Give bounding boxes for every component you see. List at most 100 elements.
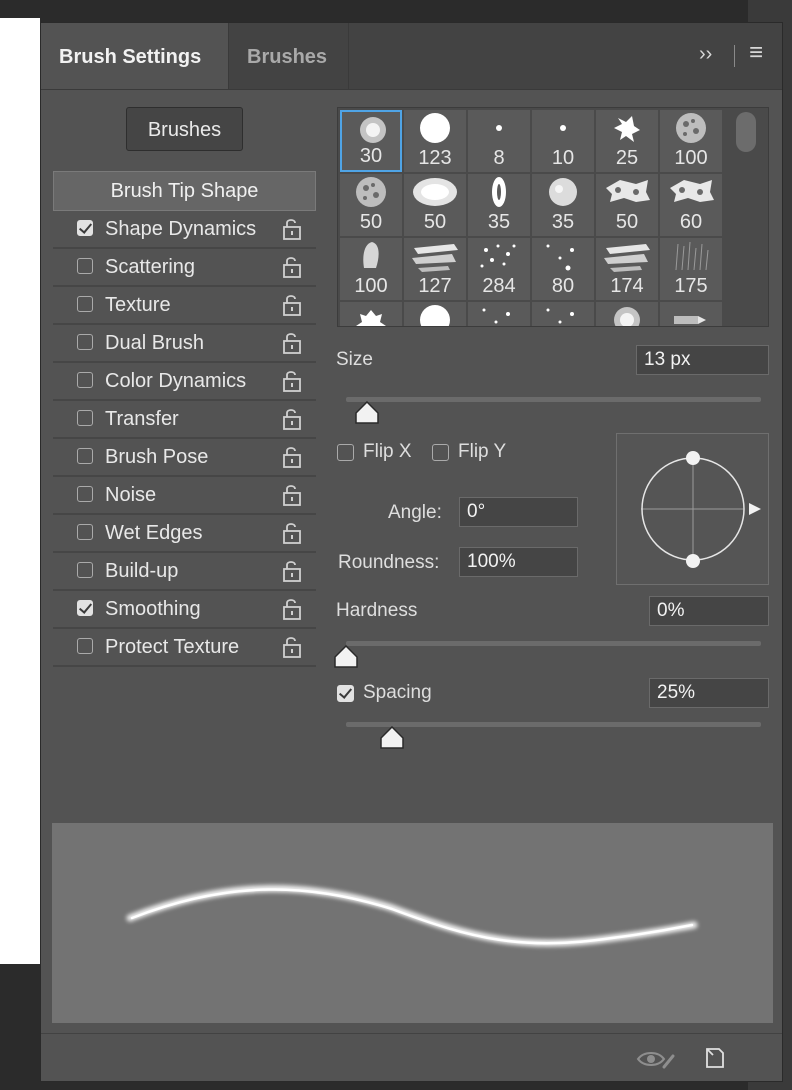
unlock-icon[interactable]	[282, 369, 302, 393]
brush-preset[interactable]: 127	[404, 238, 466, 300]
option-checkbox[interactable]	[77, 410, 93, 426]
panel-footer	[41, 1033, 782, 1082]
brush-preset[interactable]	[660, 302, 722, 326]
unlock-icon[interactable]	[282, 597, 302, 621]
option-row[interactable]: Noise	[53, 477, 316, 515]
angle-label: Angle:	[388, 502, 442, 523]
unlock-icon[interactable]	[282, 559, 302, 583]
unlock-icon[interactable]	[282, 293, 302, 317]
eye-brush-icon[interactable]	[636, 1048, 676, 1070]
option-row[interactable]: Scattering	[53, 249, 316, 287]
flip-y-label: Flip Y	[458, 441, 507, 462]
brush-tip-circle-icon[interactable]	[617, 434, 768, 584]
option-brush-tip-shape[interactable]: Brush Tip Shape	[53, 171, 316, 211]
flip-x-checkbox[interactable]	[337, 444, 354, 461]
unlock-icon[interactable]	[282, 635, 302, 659]
option-checkbox[interactable]	[77, 220, 93, 236]
option-row[interactable]: Protect Texture	[53, 629, 316, 667]
option-checkbox[interactable]	[77, 258, 93, 274]
unlock-icon[interactable]	[282, 521, 302, 545]
unlock-icon[interactable]	[282, 407, 302, 431]
spacing-checkbox[interactable]	[337, 685, 354, 702]
brush-stroke-preview	[52, 823, 773, 1023]
brush-preset[interactable]: 175	[660, 238, 722, 300]
brush-preset[interactable]	[532, 302, 594, 326]
option-row[interactable]: Dual Brush	[53, 325, 316, 363]
brush-preset[interactable]: 50	[404, 174, 466, 236]
option-row[interactable]: Transfer	[53, 401, 316, 439]
size-slider-track[interactable]	[346, 397, 761, 402]
unlock-icon[interactable]	[282, 483, 302, 507]
spacing-slider-track[interactable]	[346, 722, 761, 727]
option-row[interactable]: Smoothing	[53, 591, 316, 629]
brush-preset[interactable]: 35	[532, 174, 594, 236]
hardness-slider-track[interactable]	[346, 641, 761, 646]
unlock-icon[interactable]	[282, 331, 302, 355]
brush-preset[interactable]: 10	[532, 110, 594, 172]
unlock-icon[interactable]	[282, 217, 302, 241]
option-checkbox[interactable]	[77, 296, 93, 312]
brush-preset-size: 100	[674, 147, 708, 169]
brush-preset[interactable]: 123	[404, 110, 466, 172]
option-checkbox[interactable]	[77, 334, 93, 350]
option-checkbox[interactable]	[77, 486, 93, 502]
option-checkbox[interactable]	[77, 562, 93, 578]
document-canvas	[0, 18, 40, 964]
panel-menu-icon[interactable]: ≡	[749, 39, 763, 67]
brush-preset[interactable]: 50	[596, 174, 658, 236]
option-checkbox[interactable]	[77, 448, 93, 464]
spacing-slider-thumb[interactable]	[379, 726, 405, 750]
brushes-button[interactable]: Brushes	[126, 107, 243, 151]
unlock-icon[interactable]	[282, 255, 302, 279]
size-slider-thumb[interactable]	[354, 401, 380, 425]
option-label: Brush Pose	[105, 446, 209, 468]
option-row[interactable]: Shape Dynamics	[53, 211, 316, 249]
brush-preset[interactable]: 100	[340, 238, 402, 300]
brush-preset[interactable]: 100	[660, 110, 722, 172]
brush-preset-size: 127	[418, 275, 452, 297]
option-row[interactable]: Brush Pose	[53, 439, 316, 477]
option-row[interactable]: Color Dynamics	[53, 363, 316, 401]
brush-preset[interactable]	[596, 302, 658, 326]
panel-tab-bar: Brush Settings Brushes ›› ≡	[41, 23, 782, 90]
unlock-icon[interactable]	[282, 445, 302, 469]
brush-preset[interactable]: 8	[468, 110, 530, 172]
option-checkbox[interactable]	[77, 600, 93, 616]
brush-preset[interactable]: 60	[660, 174, 722, 236]
roundness-field[interactable]: 100%	[459, 547, 578, 577]
hardness-slider-thumb[interactable]	[333, 645, 359, 669]
brush-preset-size: 80	[551, 275, 575, 297]
hardness-field[interactable]: 0%	[649, 596, 769, 626]
brush-preset[interactable]	[340, 302, 402, 326]
spacing-field[interactable]: 25%	[649, 678, 769, 708]
option-row[interactable]: Build-up	[53, 553, 316, 591]
brush-preset[interactable]: 80	[532, 238, 594, 300]
brush-preset-size: 100	[354, 275, 388, 297]
new-preset-icon[interactable]	[704, 1046, 726, 1070]
tab-brushes[interactable]: Brushes	[229, 23, 349, 89]
brush-preset[interactable]: 35	[468, 174, 530, 236]
tab-brush-settings[interactable]: Brush Settings	[41, 23, 229, 89]
expand-panel-icon[interactable]: ››	[699, 43, 712, 66]
option-row[interactable]: Texture	[53, 287, 316, 325]
option-checkbox[interactable]	[77, 372, 93, 388]
option-checkbox[interactable]	[77, 638, 93, 654]
brush-preset[interactable]: 284	[468, 238, 530, 300]
brush-preset[interactable]: 25	[596, 110, 658, 172]
size-field[interactable]: 13 px	[636, 345, 769, 375]
preset-grid-scrollbar[interactable]	[736, 112, 756, 152]
brush-preset-grid[interactable]: 30 123 8 10 25 100 50 50 35 35 50 60 100 127 284 80 174 1…	[337, 107, 769, 327]
option-checkbox[interactable]	[77, 524, 93, 540]
brush-preset-size: 60	[679, 211, 703, 233]
brush-preset[interactable]: 174	[596, 238, 658, 300]
brush-preset[interactable]	[404, 302, 466, 326]
brush-preset[interactable]: 30	[340, 110, 402, 172]
option-label: Dual Brush	[105, 332, 204, 354]
brush-preset-size: 30	[359, 145, 383, 167]
brush-preset[interactable]	[468, 302, 530, 326]
brush-preset[interactable]: 50	[340, 174, 402, 236]
angle-field[interactable]: 0°	[459, 497, 578, 527]
angle-roundness-widget[interactable]	[616, 433, 769, 585]
option-row[interactable]: Wet Edges	[53, 515, 316, 553]
flip-y-checkbox[interactable]	[432, 444, 449, 461]
